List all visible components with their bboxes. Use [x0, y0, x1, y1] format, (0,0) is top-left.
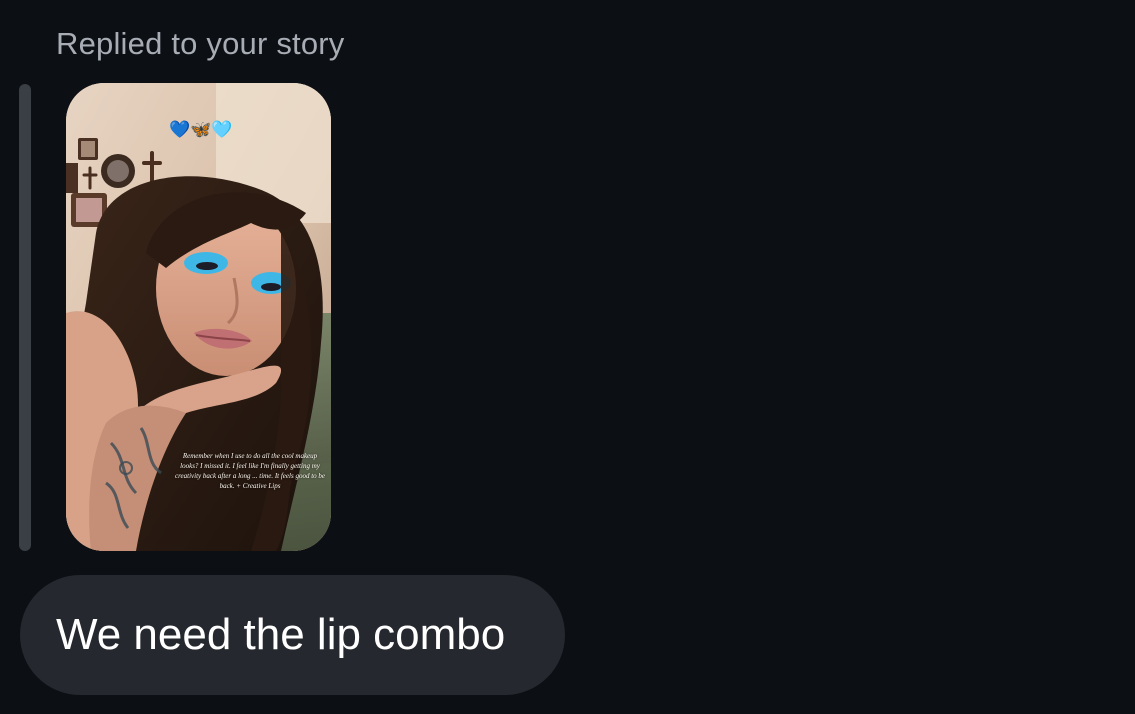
reply-context-label: Replied to your story — [56, 26, 345, 61]
story-preview[interactable]: 💙🦋🩵 Remember when I use to do all the co… — [66, 83, 331, 551]
story-caption: Remember when I use to do all the cool m… — [174, 452, 325, 490]
dm-thread: Replied to your story 💙🦋🩵 Remember when … — [0, 0, 1135, 714]
reply-quote-bar — [19, 84, 31, 551]
story-sticker: 💙🦋🩵 — [169, 120, 233, 140]
message-bubble[interactable]: We need the lip combo — [20, 575, 565, 695]
message-text: We need the lip combo — [56, 610, 506, 659]
